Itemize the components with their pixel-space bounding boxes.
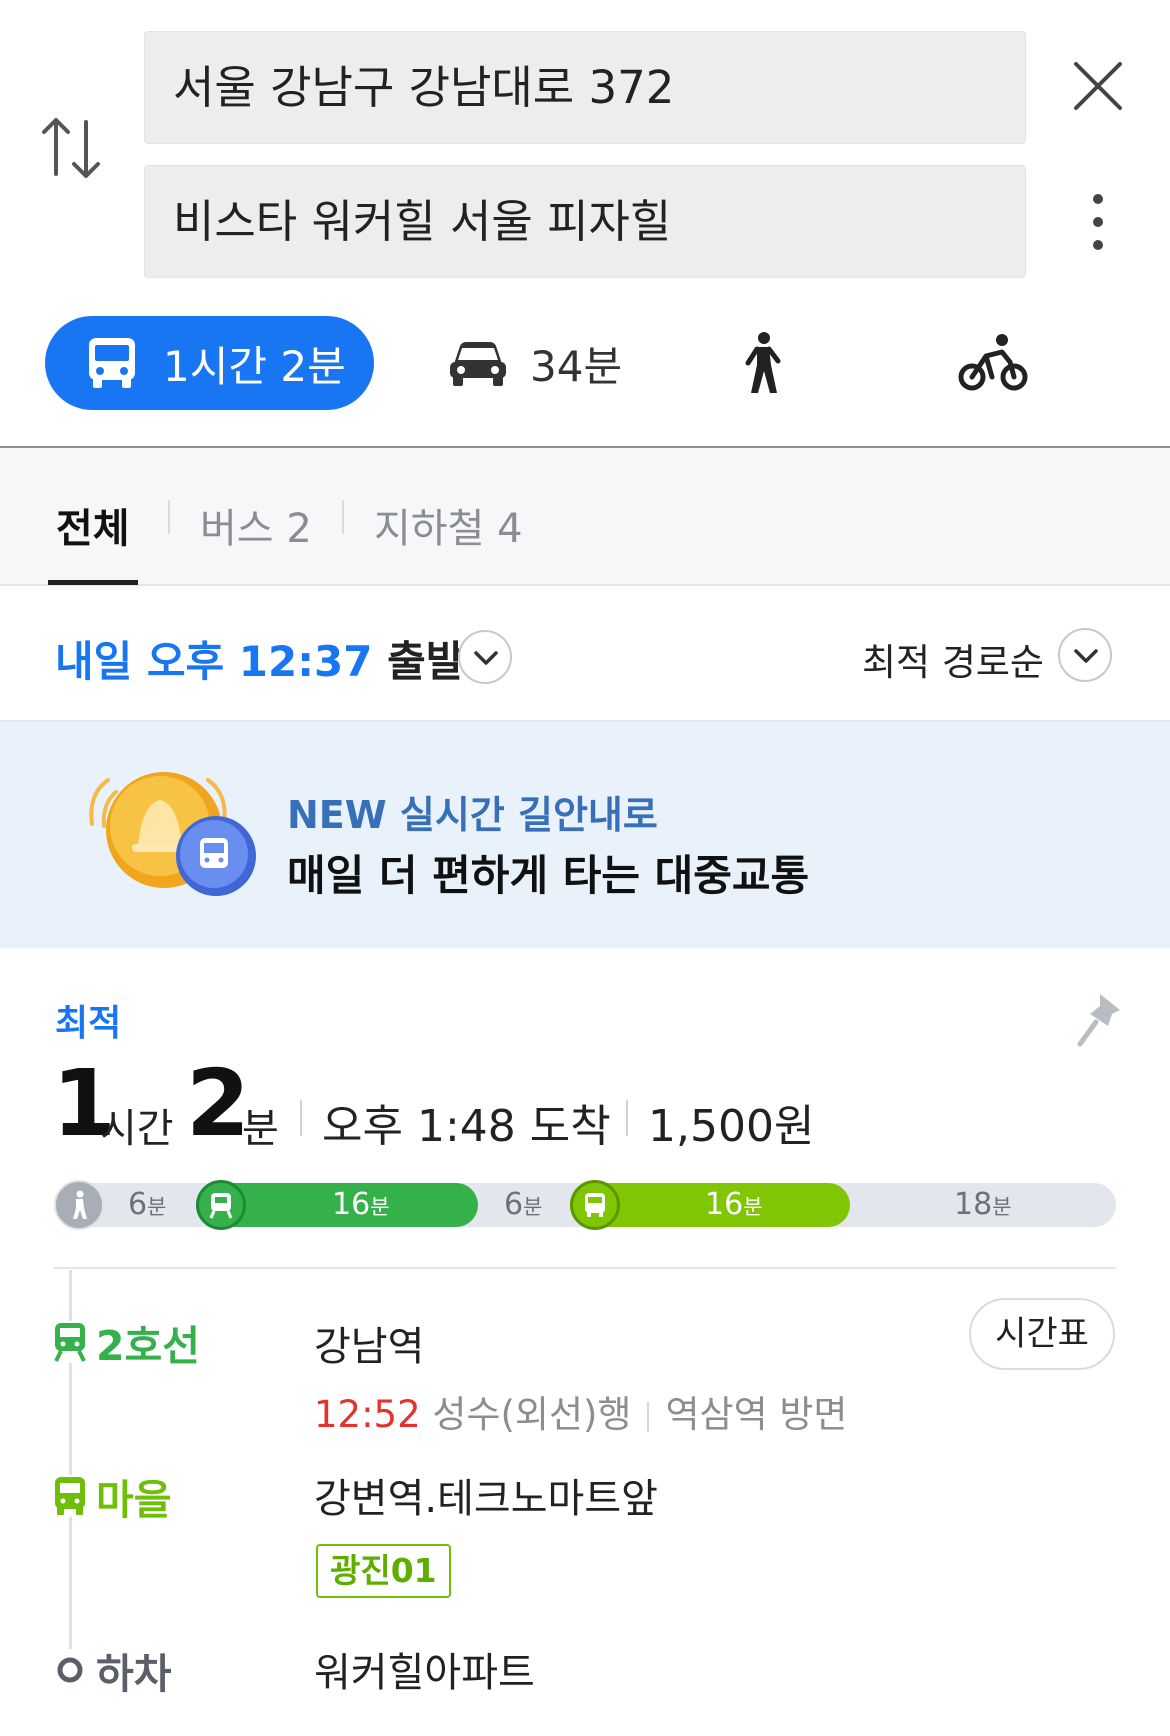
banner-subtitle: 매일 더 편하게 타는 대중교통 [287, 851, 810, 900]
bus-boarding-stop: 강변역.테크노마트앞 [314, 1476, 658, 1522]
subway-boarding-stop: 강남역 [314, 1324, 425, 1370]
segment-bus-icon [570, 1180, 620, 1230]
tab-separator [168, 500, 170, 534]
summary-separator [300, 1100, 302, 1136]
alight-stop: 워커힐아파트 [314, 1650, 535, 1696]
fare: 1,500원 [648, 1101, 815, 1152]
destination-input[interactable]: 비스타 워커힐 서울 피자힐 [144, 165, 1026, 278]
mode-bike-button[interactable] [958, 316, 1028, 410]
subway-line-name: 2호선 [96, 1322, 200, 1370]
mode-car-button[interactable]: 34분 [448, 316, 622, 410]
more-options-icon[interactable] [1080, 190, 1116, 260]
banner-title: NEW 실시간 길안내로 [287, 793, 658, 837]
duration-minutes-unit: 분 [242, 1106, 279, 1152]
close-icon[interactable] [1068, 56, 1128, 116]
car-icon [450, 342, 506, 386]
bell-bus-illustration [89, 772, 256, 896]
alight-label: 하차 [52, 1640, 171, 1700]
realtime-guide-banner[interactable]: NEW 실시간 길안내로 매일 더 편하게 타는 대중교통 [0, 720, 1170, 948]
car-duration: 34분 [530, 341, 623, 391]
bus-icon [89, 338, 135, 388]
pin-icon[interactable] [1076, 990, 1124, 1048]
chevron-down-icon [1074, 649, 1098, 663]
best-route-badge: 최적 [55, 1003, 122, 1044]
arrival-separator [647, 1401, 650, 1432]
segment-walk-time: 6분 [504, 1187, 543, 1222]
chevron-down-icon [474, 651, 498, 665]
mode-walk-button[interactable] [740, 316, 784, 410]
segment-subway-time: 16분 [332, 1187, 390, 1222]
departure-time-selector[interactable]: 내일 오후 12:37 출발 [55, 628, 464, 689]
subway-arrival-info: 12:52 성수(외선)행 역삼역 방면 [314, 1384, 847, 1438]
segment-bus-time: 16분 [705, 1187, 763, 1222]
active-tab-indicator [48, 580, 138, 585]
subway-arrival-time: 12:52 [314, 1393, 421, 1436]
segment-walk-time: 6분 [128, 1187, 167, 1222]
bus-route-chip[interactable]: 광진01 [316, 1544, 451, 1598]
departure-time: 내일 오후 12:37 [55, 637, 373, 686]
subway-direction: 역삼역 방면 [665, 1393, 848, 1436]
duration-minutes: 2 [186, 1050, 251, 1157]
route-segment-bar: 6분 16분 6분 16분 18분 [54, 1180, 1116, 1230]
arrival-time: 오후 1:48 도착 [322, 1101, 611, 1152]
tab-bus[interactable]: 버스 2 [200, 496, 312, 554]
card-divider [54, 1267, 1116, 1269]
route-filter-tabs: 전체 버스 2 지하철 4 [0, 448, 1170, 586]
summary-separator [626, 1100, 628, 1136]
segment-subway-icon [196, 1180, 246, 1230]
walk-icon [745, 332, 781, 393]
segment-walk-icon [54, 1180, 104, 1230]
alight-text: 하차 [96, 1650, 172, 1698]
departure-suffix: 출발 [372, 637, 465, 686]
tab-separator [342, 500, 344, 534]
segment-walk-time: 18분 [954, 1187, 1012, 1222]
swap-icon[interactable] [40, 112, 104, 184]
mode-transit-button[interactable]: 1시간 2분 [45, 316, 374, 410]
sort-dropdown-button[interactable] [1058, 628, 1112, 682]
tab-all[interactable]: 전체 [56, 496, 130, 554]
tab-subway[interactable]: 지하철 4 [374, 496, 523, 554]
subway-destination: 성수(외선)행 [420, 1393, 632, 1436]
subway-line-label: 2호선 [52, 1312, 200, 1372]
transit-duration: 1시간 2분 [163, 341, 346, 391]
alight-point-icon [52, 1649, 88, 1691]
bike-icon [958, 334, 1028, 391]
bus-icon [52, 1475, 88, 1517]
duration-hours-unit: 시간 [100, 1106, 174, 1152]
sort-order-label[interactable]: 최적 경로순 [862, 632, 1044, 686]
bus-line-label: 마을 [52, 1466, 171, 1526]
bus-line-name: 마을 [96, 1476, 172, 1524]
origin-input[interactable]: 서울 강남구 강남대로 372 [144, 31, 1026, 144]
timetable-button[interactable]: 시간표 [969, 1298, 1115, 1370]
subway-icon [52, 1321, 88, 1363]
departure-dropdown-button[interactable] [458, 630, 512, 684]
